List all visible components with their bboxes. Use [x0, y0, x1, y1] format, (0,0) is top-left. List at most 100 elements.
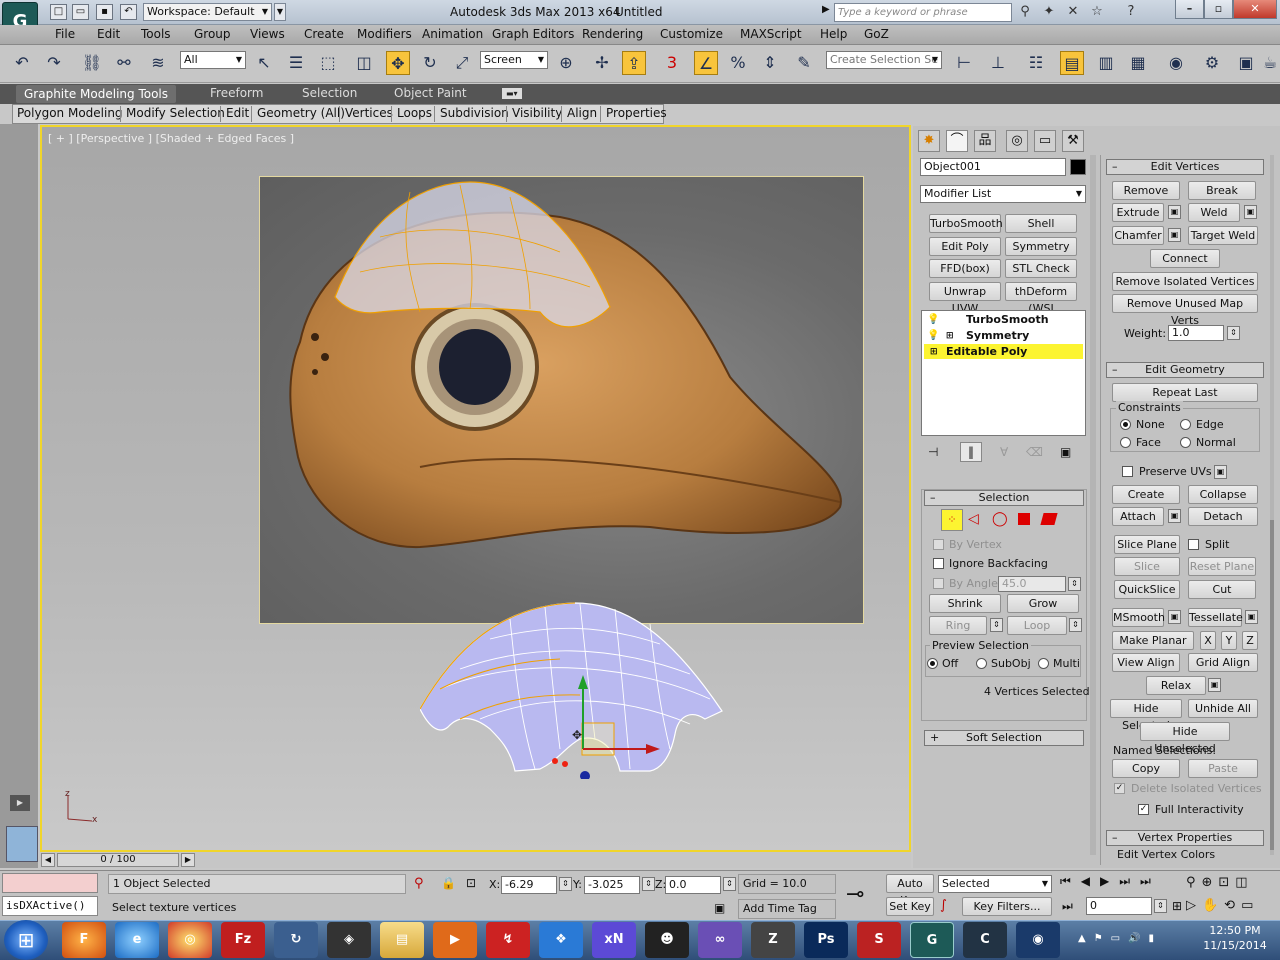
attach-list-icon[interactable]: ▣: [1168, 509, 1181, 523]
panel-modify-selection[interactable]: Modify Selection: [126, 106, 225, 120]
menu-help[interactable]: Help: [820, 27, 847, 41]
detach-button[interactable]: Detach: [1188, 507, 1258, 526]
preserve-uvs-settings-icon[interactable]: ▣: [1214, 465, 1227, 479]
weight-spinner[interactable]: ⇕: [1227, 326, 1240, 340]
by-angle-input[interactable]: 45.0: [998, 576, 1066, 592]
scale-icon[interactable]: ⤢: [450, 51, 474, 75]
app-icon[interactable]: S: [857, 922, 901, 958]
perspective-viewport[interactable]: [ + ] [Perspective ] [Shaded + Edged Fac…: [40, 125, 911, 852]
app-icon[interactable]: ↯: [486, 922, 530, 958]
menu-tools[interactable]: Tools: [141, 27, 171, 41]
maxscript-mini-listener[interactable]: isDXActive(): [2, 896, 98, 916]
new-file-icon[interactable]: □: [50, 4, 67, 20]
percent-snap-icon[interactable]: %: [726, 51, 750, 75]
minimize-button[interactable]: –: [1175, 0, 1204, 19]
unlink-icon[interactable]: ⚯: [112, 51, 136, 75]
loop-button[interactable]: Loop: [1007, 616, 1067, 635]
maximize-button[interactable]: ▫: [1204, 0, 1233, 19]
time-configuration-icon[interactable]: ⊞: [1172, 899, 1182, 913]
remove-modifier-icon[interactable]: ⌫: [1026, 445, 1043, 459]
panel-align[interactable]: Align: [567, 106, 597, 120]
modifier-ffd-box-button[interactable]: FFD(box): [929, 259, 1001, 278]
modify-tab-icon[interactable]: ⌒: [946, 130, 968, 152]
media-player-icon[interactable]: ▶: [433, 922, 477, 958]
reset-plane-button[interactable]: Reset Plane: [1188, 557, 1256, 576]
command-panel-scrollbar[interactable]: [1090, 155, 1096, 855]
render-icon[interactable]: ☕: [1262, 51, 1278, 75]
msmooth-settings-icon[interactable]: ▣: [1168, 610, 1181, 624]
app-icon[interactable]: ☻: [645, 922, 689, 958]
panel-geometry-all[interactable]: Geometry (All): [257, 106, 345, 120]
hierarchy-tab-icon[interactable]: 品: [974, 130, 996, 152]
align-icon[interactable]: ⊥: [986, 51, 1010, 75]
object-color-swatch[interactable]: [1070, 159, 1086, 175]
key-filters-button[interactable]: Key Filters...: [962, 897, 1052, 916]
key-mode-dropdown[interactable]: Selected ▼: [938, 875, 1052, 893]
planar-x-button[interactable]: X: [1200, 631, 1216, 650]
vertex-subobject-icon[interactable]: ⁘: [941, 509, 963, 531]
firefox-icon[interactable]: F: [62, 922, 106, 958]
panel-loops[interactable]: Loops: [397, 106, 432, 120]
layer-manager-icon[interactable]: ☷: [1024, 51, 1048, 75]
menu-graph-editors[interactable]: Graph Editors: [492, 27, 574, 41]
app-icon[interactable]: xN: [592, 922, 636, 958]
selection-filter-dropdown[interactable]: All ▼: [180, 51, 246, 69]
by-vertex-checkbox[interactable]: [933, 539, 944, 550]
select-by-name-icon[interactable]: ☰: [284, 51, 308, 75]
y-coord-spinner[interactable]: ⇕: [642, 877, 655, 891]
preview-off-radio[interactable]: [927, 658, 938, 669]
panel-subdivision[interactable]: Subdivision: [440, 106, 509, 120]
relax-button[interactable]: Relax: [1146, 676, 1206, 695]
3ds-max-icon[interactable]: G: [910, 922, 954, 958]
object-name-field[interactable]: Object001: [920, 158, 1066, 176]
chrome-icon[interactable]: ◎: [168, 922, 212, 958]
named-selection-sets-dropdown[interactable]: Create Selection Se ▼: [826, 51, 942, 69]
pivot-center-icon[interactable]: ⊕: [554, 51, 578, 75]
help-icon[interactable]: ?: [1122, 4, 1140, 20]
menu-animation[interactable]: Animation: [422, 27, 483, 41]
save-icon[interactable]: ▪: [96, 4, 113, 20]
menu-group[interactable]: Group: [194, 27, 231, 41]
playback-controls[interactable]: ⏮◀▶⏭⏭: [1060, 874, 1161, 889]
material-editor-icon[interactable]: ◉: [1164, 51, 1188, 75]
tessellate-settings-icon[interactable]: ▣: [1245, 610, 1258, 624]
extrude-button[interactable]: Extrude: [1112, 203, 1164, 222]
rotate-icon[interactable]: ↻: [418, 51, 442, 75]
make-planar-button[interactable]: Make Planar: [1112, 631, 1194, 650]
menu-edit[interactable]: Edit: [97, 27, 120, 41]
panel-edit[interactable]: Edit: [226, 106, 249, 120]
zbrush-icon[interactable]: Z: [751, 922, 795, 958]
set-key-button[interactable]: Set Key: [886, 897, 934, 916]
system-tray[interactable]: ▲⚑▭🔊▮: [1078, 933, 1162, 944]
prev-frame-icon[interactable]: ◀: [41, 853, 55, 867]
shrink-button[interactable]: Shrink: [929, 594, 1001, 613]
isolate-selection-icon[interactable]: ⚲: [414, 876, 424, 891]
create-button[interactable]: Create: [1112, 485, 1180, 504]
chamfer-button[interactable]: Chamfer: [1112, 226, 1164, 245]
key-curve-icon[interactable]: ∫: [940, 898, 947, 913]
relax-settings-icon[interactable]: ▣: [1208, 678, 1221, 692]
app-icon[interactable]: ◉: [1016, 922, 1060, 958]
edit-named-selection-icon[interactable]: ✎: [792, 51, 816, 75]
modifier-stl-check-button[interactable]: STL Check: [1005, 259, 1077, 278]
auto-key-button[interactable]: Auto Key: [886, 874, 934, 907]
visual-studio-icon[interactable]: ∞: [698, 922, 742, 958]
display-tab-icon[interactable]: ▭: [1034, 130, 1056, 152]
planar-y-button[interactable]: Y: [1221, 631, 1237, 650]
edited-mesh-object[interactable]: ✥: [420, 599, 725, 779]
search-input[interactable]: Type a keyword or phrase: [834, 3, 1012, 22]
rectangular-selection-icon[interactable]: ⬚: [316, 51, 340, 75]
render-setup-icon[interactable]: ⚙: [1200, 51, 1224, 75]
render-frame-icon[interactable]: ▣: [1234, 51, 1258, 75]
app-icon[interactable]: C: [963, 922, 1007, 958]
curve-editor-icon[interactable]: ▥: [1094, 51, 1118, 75]
show-end-result-icon[interactable]: ‖: [960, 442, 982, 462]
spinner-snap-icon[interactable]: ⇕: [758, 51, 782, 75]
z-coord-input[interactable]: 0.0: [665, 876, 721, 894]
snap-toggle-icon[interactable]: 3: [660, 51, 684, 75]
constraint-normal-radio[interactable]: [1180, 437, 1191, 448]
view-align-button[interactable]: View Align: [1112, 653, 1180, 672]
key-icon[interactable]: ⊸: [846, 882, 864, 907]
collapse-button[interactable]: Collapse: [1188, 485, 1258, 504]
preserve-uvs-checkbox[interactable]: [1122, 466, 1133, 477]
